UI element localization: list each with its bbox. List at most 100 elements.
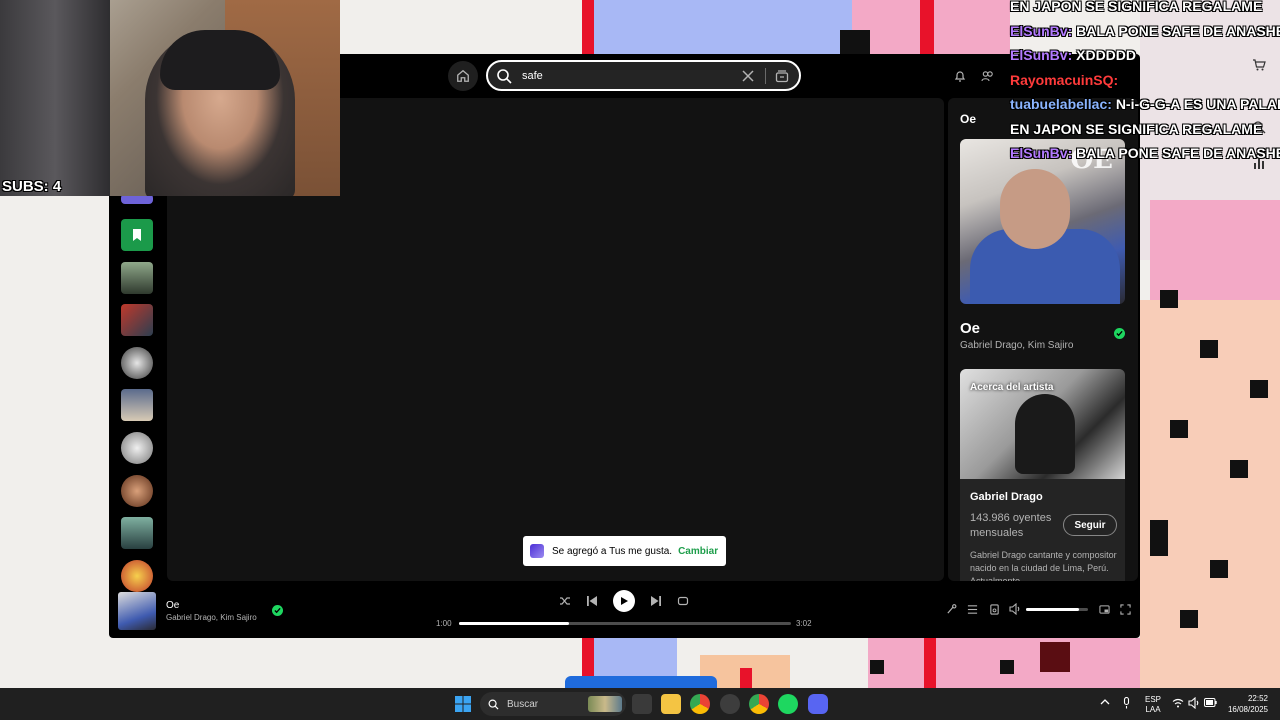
chat-message: ElSunBv: BALA PONE SAFE DE ANASHE: [1010, 141, 1280, 166]
chat-username[interactable]: tuabuelabellac:: [1010, 96, 1112, 112]
chevron-up-icon: [1100, 699, 1110, 705]
next-button[interactable]: [649, 594, 663, 608]
cover-face: [1000, 169, 1070, 249]
search-icon: [488, 699, 499, 710]
chat-username[interactable]: ElSunBv:: [1010, 145, 1072, 161]
volume-slider[interactable]: [1026, 608, 1088, 611]
liked-button[interactable]: [1114, 328, 1125, 339]
system-clock[interactable]: 22:52 16/08/2025: [1224, 693, 1268, 715]
taskbar-search-label: Buscar: [507, 698, 539, 710]
tray-overflow-button[interactable]: [1100, 698, 1110, 708]
track-duration: 3:02: [796, 619, 812, 628]
library-item-playlist-4[interactable]: [121, 517, 153, 549]
speaker-icon: [1188, 696, 1199, 710]
taskbar-app-file-explorer[interactable]: [661, 694, 681, 714]
now-playing-view-title: Oe: [960, 112, 977, 126]
fullscreen-button[interactable]: [1118, 602, 1132, 616]
volume-fill: [1026, 608, 1079, 611]
library-item-playlist-1[interactable]: [121, 262, 153, 294]
language-indicator[interactable]: ESP LAA: [1145, 695, 1161, 715]
browse-button[interactable]: [773, 67, 791, 85]
chat-text: BALA PONE SAFE DE ANASHE: [1076, 145, 1280, 161]
wifi-icon: [1172, 698, 1184, 708]
check-icon: [274, 607, 281, 614]
friend-activity-button[interactable]: [979, 68, 995, 84]
chat-username[interactable]: ElSunBv:: [1010, 47, 1072, 63]
search-input[interactable]: [522, 69, 732, 82]
monthly-listeners: 143.986 oyentes mensuales: [970, 512, 1052, 539]
now-playing-artists[interactable]: Gabriel Drago, Kim Sajiro: [166, 613, 257, 622]
mic-tray-button[interactable]: [1122, 696, 1131, 711]
library-item-playlist-3[interactable]: [121, 389, 153, 421]
now-playing-liked-button[interactable]: [272, 605, 283, 616]
clock-time: 22:52: [1247, 694, 1268, 703]
taskbar-app-chrome-2[interactable]: [749, 694, 769, 714]
friends-icon: [980, 71, 993, 82]
library-item-artist-3[interactable]: [121, 475, 153, 507]
taskbar-app-obs[interactable]: [720, 694, 740, 714]
queue-button[interactable]: [965, 602, 979, 616]
chat-message: ElSunBv: XDDDDD: [1010, 43, 1280, 68]
miniplayer-button[interactable]: [1097, 602, 1111, 616]
chat-message: EN JAPON SE SIGNIFICA REGALAME: [1010, 0, 1280, 19]
play-button[interactable]: [613, 590, 635, 612]
notifications-button[interactable]: [952, 68, 968, 84]
taskbar-app-spotify[interactable]: [778, 694, 798, 714]
webcam-curtain: [0, 0, 110, 196]
now-playing-title[interactable]: Oe: [166, 600, 179, 611]
chat-text: EN JAPON SE SIGNIFICA REGALAME: [1010, 120, 1263, 137]
about-artist-card[interactable]: Acerca del artista Gabriel Drago 143.986…: [960, 369, 1125, 581]
clear-search-button[interactable]: [739, 67, 757, 85]
microphone-icon: [1123, 696, 1130, 709]
taskbar-app-chrome[interactable]: [690, 694, 710, 714]
skip-back-icon: [587, 596, 597, 606]
mute-button[interactable]: [1008, 602, 1022, 616]
chat-message: EN JAPON SE SIGNIFICA REGALAME: [1010, 117, 1280, 142]
home-button[interactable]: [448, 61, 478, 91]
repeat-icon: [677, 596, 689, 606]
liked-songs-icon: [530, 544, 544, 558]
chat-username[interactable]: ElSunBv:: [1010, 23, 1072, 39]
chat-text: XDDDDD: [1076, 47, 1137, 63]
connect-device-button[interactable]: [987, 602, 1001, 616]
library-item-playlist-2[interactable]: [121, 304, 153, 336]
skip-forward-icon: [651, 596, 661, 606]
repeat-button[interactable]: [676, 594, 690, 608]
library-item-artist-2[interactable]: [121, 432, 153, 464]
now-playing-view-button[interactable]: [944, 602, 958, 616]
now-playing-cover[interactable]: [118, 592, 156, 630]
follow-button[interactable]: Seguir: [1063, 514, 1117, 536]
shuffle-icon: [560, 597, 570, 605]
song-title[interactable]: Oe: [960, 320, 980, 337]
search-divider: [765, 68, 766, 84]
library-item-saved-episodes[interactable]: [121, 219, 153, 251]
toast-message: Se agregó a Tus me gusta.: [552, 545, 673, 557]
volume-tray-button[interactable]: [1188, 696, 1200, 711]
stream-chat: EN JAPON SE SIGNIFICA REGALAME ElSunBv: B…: [1010, 0, 1280, 166]
play-icon: [621, 597, 628, 605]
taskbar-app-clipchamp[interactable]: [632, 694, 652, 714]
shuffle-button[interactable]: [558, 594, 572, 608]
now-playing-view: Oe OE Oe Gabriel Drago, Kim Sajiro Acerc…: [948, 98, 1138, 581]
clock-date: 16/08/2025: [1227, 705, 1268, 714]
taskbar: Buscar ESP LAA 22:52 16/08/2025: [0, 688, 1280, 720]
artist-name[interactable]: Gabriel Drago: [970, 491, 1043, 503]
search-bar[interactable]: [486, 60, 801, 91]
battery-button[interactable]: [1204, 698, 1217, 709]
device-icon: [989, 603, 999, 615]
chat-message: RayomacuinSQ:: [1010, 68, 1280, 93]
progress-bar[interactable]: [459, 622, 791, 625]
network-button[interactable]: [1172, 698, 1184, 710]
toast-change-button[interactable]: Cambiar: [678, 546, 718, 557]
taskbar-search[interactable]: Buscar: [480, 692, 626, 716]
previous-button[interactable]: [585, 594, 599, 608]
chat-username[interactable]: RayomacuinSQ:: [1010, 72, 1118, 88]
start-button[interactable]: [455, 696, 471, 712]
bell-icon: [954, 71, 966, 82]
taskbar-app-discord[interactable]: [808, 694, 828, 714]
song-artists[interactable]: Gabriel Drago, Kim Sajiro: [960, 340, 1073, 351]
library-item-artist-1[interactable]: [121, 347, 153, 379]
browse-icon: [775, 70, 789, 83]
bookmark-icon: [133, 229, 141, 241]
close-icon: [742, 70, 754, 82]
